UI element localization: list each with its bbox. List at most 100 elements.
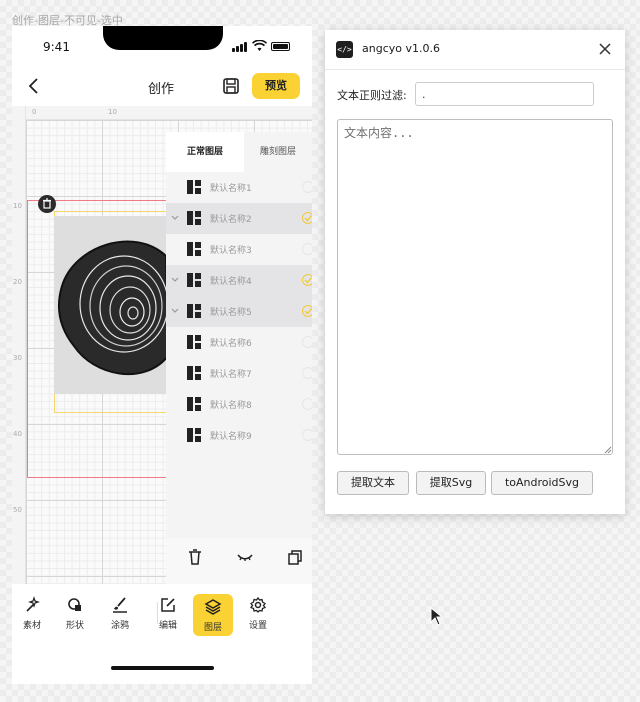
phone-screen: 9:41 创作 预览 0 10 10 20 30 40 50 正常图层 雕刻图层… [12, 26, 312, 684]
layer-name: 默认名称3 [210, 246, 252, 256]
layer-item[interactable]: 默认名称5 [166, 296, 312, 327]
layer-name: 默认名称4 [210, 277, 252, 287]
status-time: 9:41 [43, 40, 70, 54]
chevron-down-icon[interactable] [170, 306, 180, 316]
layer-tabs: 正常图层 雕刻图层 [166, 132, 312, 172]
layer-name: 默认名称5 [210, 308, 252, 318]
layer-check-icon[interactable] [302, 398, 312, 410]
signal-icon [232, 42, 248, 52]
layer-item[interactable]: 默认名称7 [166, 358, 312, 389]
layer-item[interactable]: 默认名称9 [166, 420, 312, 451]
ruler-left: 10 20 30 40 50 [12, 106, 26, 586]
layer-item[interactable]: 默认名称2 [166, 203, 312, 234]
ruler-tick: 50 [13, 506, 22, 514]
layer-thumbnail-icon [187, 335, 201, 349]
wifi-icon [252, 40, 267, 51]
layer-check-icon[interactable] [302, 429, 312, 441]
layer-thumbnail-icon [187, 273, 201, 287]
layer-thumbnail-icon [187, 428, 201, 442]
tool-label: 涂鸦 [110, 621, 129, 631]
layer-thumbnail-icon [187, 211, 201, 225]
angcyo-dialog: </> angcyo v1.0.6 文本正则过滤: 提取文本 提取Svg toA… [325, 30, 625, 514]
extract-text-button[interactable]: 提取文本 [337, 471, 409, 495]
ruler-tick: 40 [13, 430, 22, 438]
layer-item[interactable]: 默认名称8 [166, 389, 312, 420]
code-icon: </> [336, 41, 353, 58]
tool-label: 素材 [22, 621, 41, 631]
layer-thumbnail-icon [187, 242, 201, 256]
ruler-tick: 0 [32, 108, 37, 116]
tree-ring-image[interactable] [54, 216, 168, 394]
page-title: 创作 [148, 82, 175, 97]
layer-name: 默认名称8 [210, 401, 252, 411]
regex-filter-input[interactable] [415, 82, 594, 106]
layer-check-icon[interactable] [302, 243, 312, 255]
to-android-svg-button[interactable]: toAndroidSvg [491, 471, 593, 495]
battery-icon [271, 42, 290, 51]
layers-icon [204, 599, 222, 615]
bottom-toolbar: 素材 形状 涂鸦 编辑 图层 设置 [12, 584, 312, 644]
layer-item[interactable]: 默认名称1 [166, 172, 312, 203]
tab-engrave-layers[interactable]: 雕刻图层 [244, 132, 312, 172]
layer-panel: 正常图层 雕刻图层 默认名称1 默认名称2 默认名称3 默认名称4 默认名称5 默认名称6… [166, 132, 312, 586]
layer-check-icon[interactable] [302, 181, 312, 193]
trash-icon[interactable] [186, 548, 204, 566]
delete-element-icon[interactable] [38, 195, 56, 213]
tool-shape[interactable]: 形状 [58, 592, 92, 636]
layer-check-icon[interactable] [302, 367, 312, 379]
layer-name: 默认名称9 [210, 432, 252, 442]
tool-edit[interactable]: 编辑 [151, 592, 185, 636]
save-icon[interactable] [221, 76, 241, 96]
layer-thumbnail-icon [187, 180, 201, 194]
chevron-down-icon[interactable] [170, 213, 180, 223]
dialog-title: angcyo v1.0.6 [362, 42, 440, 55]
tool-doodle[interactable]: 涂鸦 [103, 592, 137, 636]
preview-button[interactable]: 预览 [252, 73, 300, 99]
tool-label: 编辑 [158, 621, 177, 631]
tree-ring-graphic [57, 240, 168, 376]
tool-settings[interactable]: 设置 [241, 592, 275, 636]
layer-name: 默认名称1 [210, 184, 252, 194]
layer-name: 默认名称6 [210, 339, 252, 349]
eye-closed-icon[interactable] [236, 548, 254, 566]
status-bar: 9:41 [12, 26, 312, 70]
layer-check-icon[interactable] [302, 336, 312, 348]
top-bar: 创作 预览 [12, 70, 312, 104]
home-indicator [111, 666, 214, 670]
layer-check-icon[interactable] [302, 305, 312, 317]
extract-svg-button[interactable]: 提取Svg [416, 471, 486, 495]
chevron-down-icon[interactable] [170, 275, 180, 285]
shapes-icon [68, 598, 81, 611]
tool-material[interactable]: 素材 [15, 592, 49, 636]
copy-icon[interactable] [286, 548, 304, 566]
ruler-top: 0 10 [12, 106, 312, 120]
layer-item[interactable]: 默认名称3 [166, 234, 312, 265]
layer-check-icon[interactable] [302, 274, 312, 286]
filter-label: 文本正则过滤: [337, 89, 407, 102]
layer-name: 默认名称2 [210, 215, 252, 225]
text-content-area[interactable] [337, 119, 613, 455]
gear-icon [249, 596, 267, 613]
layer-item[interactable]: 默认名称6 [166, 327, 312, 358]
ruler-tick: 10 [13, 202, 22, 210]
brush-icon [113, 597, 127, 613]
tool-label: 设置 [248, 621, 267, 631]
layer-thumbnail-icon [187, 366, 201, 380]
layer-thumbnail-icon [187, 397, 201, 411]
layer-name: 默认名称7 [210, 370, 252, 380]
magic-wand-icon [26, 596, 40, 612]
tab-normal-layers[interactable]: 正常图层 [166, 132, 244, 172]
ruler-tick: 10 [108, 108, 117, 116]
back-icon[interactable] [26, 76, 44, 96]
tool-label: 图层 [203, 623, 222, 633]
layer-item[interactable]: 默认名称4 [166, 265, 312, 296]
close-icon[interactable] [597, 41, 613, 57]
tool-label: 形状 [65, 621, 84, 631]
tool-layers[interactable]: 图层 [193, 594, 233, 636]
ruler-tick: 30 [13, 354, 22, 362]
dialog-header: </> angcyo v1.0.6 [325, 30, 625, 70]
resize-grip-icon[interactable] [604, 446, 612, 454]
layer-check-icon[interactable] [302, 212, 312, 224]
notch [103, 26, 223, 50]
layer-actions [166, 538, 312, 584]
